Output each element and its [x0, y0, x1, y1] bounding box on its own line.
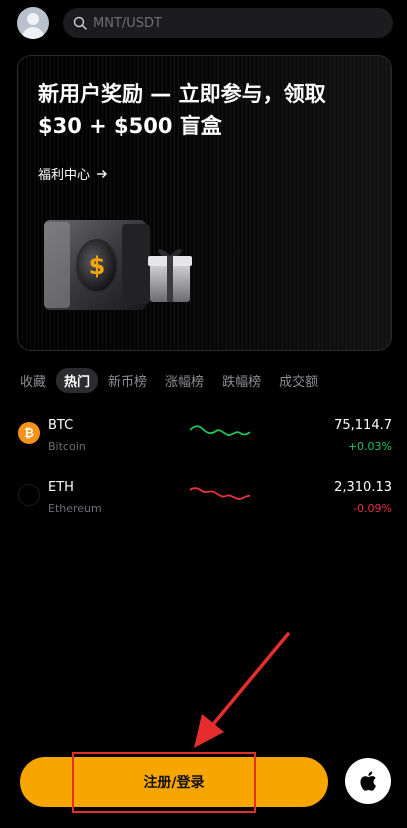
sparkline-up	[189, 425, 251, 436]
market-tabs: 收藏 热门 新币榜 涨幅榜 跌幅榜 成交额	[12, 367, 328, 393]
coin-change: +0.03%	[347, 440, 392, 453]
coin-name: Bitcoin	[48, 440, 86, 453]
wallet-gift-illustration: $	[42, 218, 192, 318]
sparkline-down	[189, 487, 251, 501]
coin-change: -0.09%	[353, 502, 392, 515]
avatar-head-shape	[27, 13, 39, 25]
eth-coin-icon	[18, 484, 40, 506]
market-row-btc[interactable]: ₿ BTC Bitcoin 75,114.7 +0.03%	[0, 410, 407, 460]
coin-symbol: BTC	[48, 418, 74, 433]
coin-symbol: ETH	[48, 480, 74, 495]
btc-coin-icon: ₿	[18, 422, 40, 444]
btc-glyph: ₿	[24, 426, 34, 440]
annotation-arrow	[194, 632, 290, 748]
coin-dollar-glyph: $	[89, 252, 106, 280]
promo-banner[interactable]: 新用户奖励 — 立即参与，领取 $30 + $500 盲盒 福利中心 $	[17, 55, 392, 351]
avatar-body-shape	[22, 27, 44, 39]
search-bar[interactable]	[63, 8, 393, 38]
register-login-button[interactable]: 注册/登录	[20, 757, 328, 807]
rewards-center-link[interactable]: 福利中心	[38, 164, 108, 183]
rewards-center-label: 福利中心	[38, 168, 91, 183]
promo-title-line1: 新用户奖励 — 立即参与，领取	[38, 82, 326, 106]
promo-title-line2: $30 + $500 盲盒	[38, 114, 222, 138]
search-icon	[73, 16, 87, 30]
apple-login-button[interactable]	[345, 758, 391, 804]
tab-new-listings[interactable]: 新币榜	[100, 368, 155, 393]
market-row-eth[interactable]: ETH Ethereum 2,310.13 -0.09%	[0, 472, 407, 522]
tab-volume[interactable]: 成交额	[271, 368, 326, 393]
promo-title: 新用户奖励 — 立即参与，领取 $30 + $500 盲盒	[38, 78, 378, 142]
apple-icon	[360, 771, 376, 791]
top-bar	[0, 0, 407, 48]
avatar[interactable]	[17, 7, 49, 39]
tab-hot[interactable]: 热门	[56, 367, 99, 393]
tab-top-gainers[interactable]: 涨幅榜	[157, 368, 212, 393]
tab-top-losers[interactable]: 跌幅榜	[214, 368, 269, 393]
app-screen: 新用户奖励 — 立即参与，领取 $30 + $500 盲盒 福利中心	[0, 0, 407, 828]
search-input[interactable]	[93, 15, 373, 31]
arrow-right-icon	[97, 169, 108, 178]
coin-price: 2,310.13	[334, 480, 392, 495]
coin-price: 75,114.7	[334, 418, 392, 433]
coin-name: Ethereum	[48, 502, 102, 515]
tab-favorites[interactable]: 收藏	[12, 368, 54, 393]
